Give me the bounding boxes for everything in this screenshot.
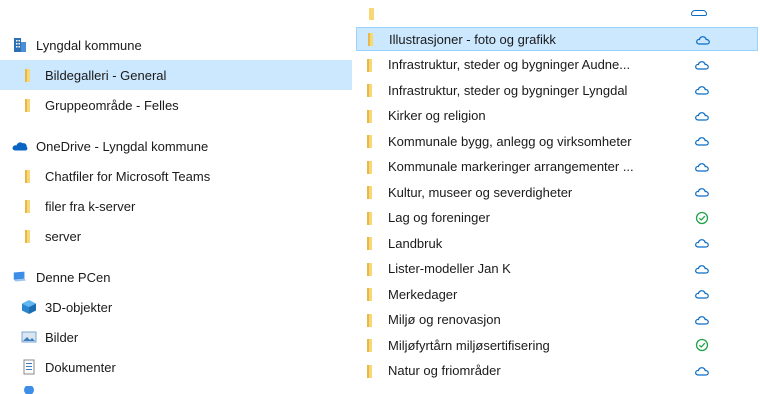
cloud-status-icon: [694, 286, 710, 302]
cloud-status-icon: [694, 133, 710, 149]
nav-item-label: Bilder: [45, 329, 79, 345]
onedrive-cloud-icon: [12, 138, 28, 154]
folder-icon: [363, 184, 379, 200]
cloud-status-icon: [694, 82, 710, 98]
folder-icon: [363, 210, 379, 226]
file-name: Lister-modeller Jan K: [388, 261, 511, 276]
folder-icon: [363, 159, 379, 175]
nav-item-bildegalleri-general[interactable]: Bildegalleri - General: [0, 60, 352, 90]
cloud-status-icon: [694, 261, 710, 277]
nav-item-3d-objekter[interactable]: 3D-objekter: [0, 292, 352, 322]
folder-icon: [363, 57, 379, 73]
file-row[interactable]: Kirker og religion: [356, 104, 758, 128]
nav-item-label: Gruppeområde - Felles: [45, 97, 179, 113]
nav-item-label: OneDrive - Lyngdal kommune: [36, 138, 209, 154]
nav-item-onedrive[interactable]: OneDrive - Lyngdal kommune: [0, 131, 352, 161]
nav-item-denne-pcen[interactable]: Denne PCen: [0, 262, 352, 292]
nav-item-label: 3D-objekter: [45, 299, 113, 315]
file-name: Landbruk: [388, 235, 443, 251]
folder-icon: [363, 133, 379, 149]
cloud-status-icon: [694, 312, 710, 328]
nav-item-label: Denne PCen: [36, 269, 111, 285]
file-name: Natur og friområder: [388, 363, 501, 378]
file-list: Illustrasjoner - foto og grafikk Infrast…: [353, 0, 760, 394]
nav-item-chatfiler[interactable]: Chatfiler for Microsoft Teams: [0, 161, 352, 191]
folder-icon: [363, 235, 379, 251]
file-name: Kommunale bygg, anlegg og virksomheter: [388, 133, 632, 149]
folder-icon: [21, 228, 37, 244]
file-row[interactable]: Infrastruktur, steder og bygninger Audne…: [356, 53, 758, 77]
file-row[interactable]: Miljøfyrtårn miljøsertifisering: [356, 333, 758, 357]
nav-item-server[interactable]: server: [0, 221, 352, 251]
nav-item-label: server: [45, 228, 82, 244]
nav-item-label: Lyngdal kommune: [36, 37, 142, 53]
folder-icon: [21, 168, 37, 184]
folder-icon: [363, 108, 379, 124]
file-row[interactable]: Merkedager: [356, 282, 758, 306]
file-name: Merkedager: [388, 286, 458, 302]
folder-icon: [364, 31, 380, 47]
nav-item-filer-fra-k-server[interactable]: filer fra k-server: [0, 191, 352, 221]
folder-icon: [363, 337, 379, 353]
cloud-status-icon: [694, 363, 710, 379]
folder-icon: [363, 312, 379, 328]
cloud-status-icon: [695, 32, 711, 48]
nav-item-lyngdal-kommune[interactable]: Lyngdal kommune: [0, 30, 352, 60]
file-name: Kommunale markeringer arrangementer ...: [388, 159, 634, 174]
pictures-icon: [21, 329, 37, 345]
file-name: Lag og foreninger: [388, 210, 490, 225]
cloud-status-icon: [694, 108, 710, 124]
file-name: Kultur, museer og severdigheter: [388, 184, 573, 200]
synced-check-icon: [694, 337, 710, 353]
nav-item-dokumenter[interactable]: Dokumenter: [0, 352, 352, 382]
nav-item-label: filer fra k-server: [45, 198, 136, 214]
file-name: Infrastruktur, steder og bygninger Audne…: [388, 57, 631, 72]
folder-icon: [363, 286, 379, 302]
folder-icon: [21, 198, 37, 214]
documents-icon: [21, 359, 37, 375]
computer-icon: [12, 269, 28, 285]
file-row[interactable]: Natur og friområder: [356, 359, 758, 383]
navigation-pane: Lyngdal kommune Bildegalleri - General G…: [0, 0, 352, 394]
file-row[interactable]: Kultur, museer og severdigheter: [356, 180, 758, 204]
file-row[interactable]: Infrastruktur, steder og bygninger Lyngd…: [356, 78, 758, 102]
file-name: Kirker og religion: [388, 108, 486, 123]
building-icon: [12, 37, 28, 53]
folder-icon: [21, 67, 37, 83]
file-row[interactable]: Kommunale markeringer arrangementer ...: [356, 155, 758, 179]
folder-icon: [21, 97, 37, 113]
file-row[interactable]: Landbruk: [356, 231, 758, 255]
3d-objects-icon: [21, 299, 37, 315]
nav-item-bilder[interactable]: Bilder: [0, 322, 352, 352]
file-name: Illustrasjoner - foto og grafikk: [389, 31, 556, 47]
nav-item-label: Chatfiler for Microsoft Teams: [45, 168, 211, 184]
file-row[interactable]: Lag og foreninger: [356, 206, 758, 230]
folder-icon: [363, 82, 379, 98]
file-name: Miljø og renovasjon: [388, 312, 501, 327]
folder-icon: [363, 261, 379, 277]
nav-item-label: Bildegalleri - General: [45, 67, 167, 83]
synced-check-icon: [694, 210, 710, 226]
cloud-status-icon: [694, 235, 710, 251]
file-row[interactable]: Lister-modeller Jan K: [356, 257, 758, 281]
nav-item-label: Dokumenter: [45, 359, 116, 375]
file-row[interactable]: Kommunale bygg, anlegg og virksomheter: [356, 129, 758, 153]
file-name: Infrastruktur, steder og bygninger Lyngd…: [388, 82, 628, 98]
cloud-status-icon: [694, 159, 710, 175]
nav-item-partial: [0, 386, 352, 394]
cloud-status-icon: [694, 184, 710, 200]
cloud-status-icon: [694, 57, 710, 73]
folder-icon: [363, 363, 379, 379]
file-row[interactable]: Illustrasjoner - foto og grafikk: [356, 27, 758, 51]
file-row[interactable]: Miljø og renovasjon: [356, 308, 758, 332]
file-name: Miljøfyrtårn miljøsertifisering: [388, 337, 550, 353]
nav-item-gruppeomrade-felles[interactable]: Gruppeområde - Felles: [0, 90, 352, 120]
music-icon: [21, 386, 37, 394]
